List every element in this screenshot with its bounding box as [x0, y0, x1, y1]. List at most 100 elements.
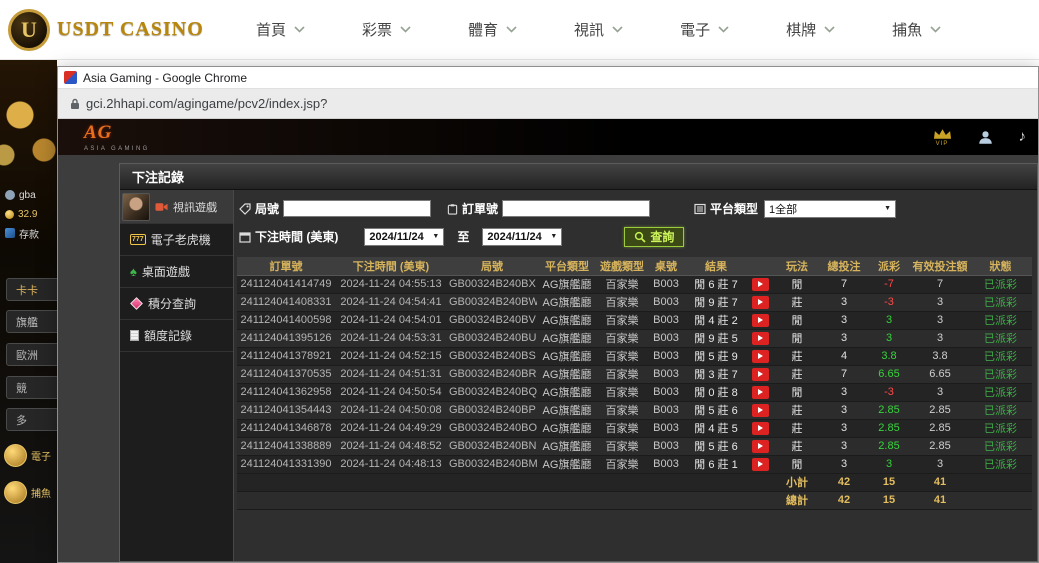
music-button[interactable]	[1019, 128, 1027, 146]
cell-valid-bet: 3	[911, 293, 969, 311]
cell-platform-type: AG旗艦廳	[537, 347, 597, 365]
hall-tab-jing[interactable]: 競	[6, 376, 57, 399]
replay-button[interactable]	[752, 296, 769, 309]
cell-bet-time: 2024-11-24 04:49:29	[335, 419, 447, 437]
nav-item-sports[interactable]: 體育	[468, 19, 517, 40]
cell-round-number: GB00324B240BW	[447, 293, 537, 311]
cell-bet-time: 2024-11-24 04:51:31	[335, 365, 447, 383]
cell-table-number: B003	[647, 419, 685, 437]
music-note-icon	[1019, 128, 1027, 146]
cell-status: 已派彩	[969, 383, 1032, 401]
cell-valid-bet: 2.85	[911, 437, 969, 455]
cell-play-type: 莊	[773, 401, 821, 419]
nav-item-slots[interactable]: 電子	[680, 19, 729, 40]
vip-button[interactable]: VIP	[933, 128, 952, 147]
cell-result: 閒 6 莊 7	[685, 275, 747, 293]
hall-tab-flagship[interactable]: 旗艦	[6, 310, 57, 333]
play-triangle-icon	[758, 317, 763, 323]
replay-button[interactable]	[752, 386, 769, 399]
replay-button[interactable]	[752, 314, 769, 327]
cell-total-bet: 3	[821, 311, 867, 329]
cell-play-type: 閒	[773, 275, 821, 293]
cell-status: 已派彩	[969, 365, 1032, 383]
chevron-down-icon	[930, 26, 941, 33]
list-icon	[694, 203, 706, 215]
cell-result: 閒 3 莊 7	[685, 365, 747, 383]
cell-status: 已派彩	[969, 275, 1032, 293]
cell-round-number: GB00324B240BU	[447, 329, 537, 347]
panel-title: 下注記錄	[120, 164, 1037, 190]
cell-platform-type: AG旗艦廳	[537, 365, 597, 383]
nav-item-lottery[interactable]: 彩票	[362, 19, 411, 40]
cell-order-number: 241124041414749	[237, 275, 335, 293]
cell-total-bet: 3	[821, 419, 867, 437]
cell-game-type: 百家樂	[597, 383, 647, 401]
cell-order-number: 241124041338889	[237, 437, 335, 455]
cell-table-number: B003	[647, 275, 685, 293]
date-to-select[interactable]: 2024/11/24	[482, 228, 562, 246]
cell-platform-type: AG旗艦廳	[537, 455, 597, 473]
sidebar-item-credit-records[interactable]: 額度記錄	[120, 320, 233, 352]
replay-button[interactable]	[752, 422, 769, 435]
window-titlebar[interactable]: Asia Gaming - Google Chrome	[58, 67, 1038, 89]
site-logo[interactable]: USDT CASINO	[0, 9, 228, 51]
subtotal-label: 小計	[773, 473, 821, 491]
cell-order-number: 241124041354443	[237, 401, 335, 419]
cell-table-number: B003	[647, 437, 685, 455]
hall-tab-kaka[interactable]: 卡卡	[6, 278, 57, 301]
sidebar-item-points-query[interactable]: 積分查詢	[120, 288, 233, 320]
nav-item-fishing[interactable]: 捕魚	[892, 19, 941, 40]
replay-button[interactable]	[752, 440, 769, 453]
document-icon	[130, 330, 139, 341]
replay-button[interactable]	[752, 350, 769, 363]
sidebar-item-video-games[interactable]: 視訊遊戲	[120, 190, 233, 224]
total-valid: 41	[911, 491, 969, 509]
subtotal-valid: 41	[911, 473, 969, 491]
round-number-input[interactable]	[283, 200, 431, 217]
cell-game-type: 百家樂	[597, 437, 647, 455]
logo-emblem-icon	[8, 9, 50, 51]
cell-round-number: GB00324B240BO	[447, 419, 537, 437]
sidebar-item-table-games[interactable]: 桌面遊戲	[120, 256, 233, 288]
gem-icon	[130, 297, 143, 310]
subtotal-row: 小計 42 15 41	[237, 473, 1032, 491]
cell-platform-type: AG旗艦廳	[537, 419, 597, 437]
cell-payout: 3	[867, 329, 911, 347]
spade-icon	[130, 265, 137, 278]
user-avatar	[122, 193, 150, 221]
play-triangle-icon	[758, 281, 763, 287]
play-triangle-icon	[758, 407, 763, 413]
replay-button[interactable]	[752, 278, 769, 291]
ag-app: AG ASIA GAMING VIP	[58, 119, 1038, 562]
nav-item-cards[interactable]: 棋牌	[786, 19, 835, 40]
shortcut-fishing[interactable]: 捕魚	[4, 481, 51, 504]
nav-item-home[interactable]: 首頁	[256, 19, 305, 40]
hall-tab-europe[interactable]: 歐洲	[6, 343, 57, 366]
replay-button[interactable]	[752, 332, 769, 345]
cell-result: 閒 5 莊 6	[685, 401, 747, 419]
cell-play-type: 閒	[773, 383, 821, 401]
video-camera-icon	[155, 202, 168, 212]
bet-records-table: 訂單號 下注時間 (美東) 局號 平台類型 遊戲類型 桌號 結果 玩法	[237, 257, 1032, 510]
nav-item-live[interactable]: 視訊	[574, 19, 623, 40]
cell-play-type: 閒	[773, 455, 821, 473]
sidebar-item-slots[interactable]: 電子老虎機	[120, 224, 233, 256]
platform-type-select[interactable]: 1全部	[764, 200, 896, 218]
cell-game-type: 百家樂	[597, 275, 647, 293]
replay-button[interactable]	[752, 458, 769, 471]
replay-button[interactable]	[752, 404, 769, 417]
order-number-input[interactable]	[502, 200, 650, 217]
shortcut-slots[interactable]: 電子	[4, 444, 51, 467]
profile-button[interactable]	[978, 130, 993, 145]
round-filter: 局號	[239, 200, 431, 217]
address-bar[interactable]: gci.2hhapi.com/agingame/pcv2/index.jsp?	[58, 89, 1038, 119]
deposit-button[interactable]: 存款	[5, 226, 39, 240]
date-from-select[interactable]: 2024/11/24	[364, 228, 444, 246]
replay-button[interactable]	[752, 368, 769, 381]
cell-status: 已派彩	[969, 437, 1032, 455]
search-button[interactable]: 查詢	[624, 227, 684, 247]
ag-header: AG ASIA GAMING VIP	[58, 119, 1038, 155]
hall-tab-duo[interactable]: 多	[6, 408, 57, 431]
cell-payout: -3	[867, 383, 911, 401]
coin-icon	[5, 210, 14, 219]
